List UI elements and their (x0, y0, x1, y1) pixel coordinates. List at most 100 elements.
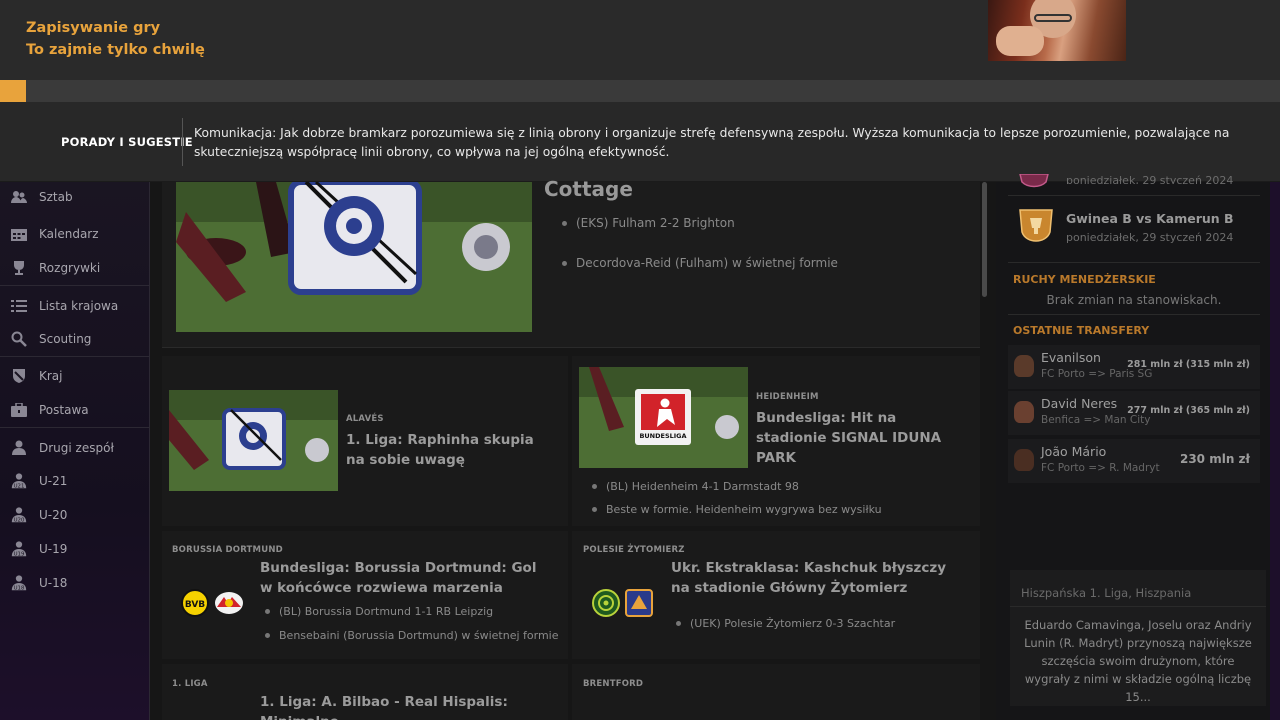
player-avatar (1014, 355, 1034, 377)
news-scrollbar[interactable] (982, 182, 987, 297)
news-card-brentford[interactable]: BRENTFORD (572, 664, 980, 720)
news-card-bullet: Beste w formie. Heidenheim wygrywa bez w… (592, 503, 882, 516)
sidebar-item-lista-krajowa[interactable]: Lista krajowa (0, 291, 150, 321)
saving-progress-fill (0, 80, 26, 102)
transfer-row[interactable]: David Neres Benfica => Man City 277 mln … (1008, 391, 1260, 435)
match-date: poniedziałek, 29 styczeń 2024 (1066, 174, 1234, 184)
sidebar-item-sztab[interactable]: Sztab (0, 182, 150, 212)
saving-banner: Zapisywanie gry To zajmie tylko chwilę (0, 0, 1280, 80)
news-card-title: Bundesliga: Hit na stadionie SIGNAL IDUN… (756, 410, 942, 466)
sidebar-item-kalendarz[interactable]: Kalendarz (0, 219, 150, 249)
calendar-icon (10, 225, 28, 243)
transfer-row[interactable]: João Mário FC Porto => R. Madryt 230 mln… (1008, 439, 1260, 483)
u20-icon: U20 (10, 506, 28, 524)
sidebar-item-scouting[interactable]: Scouting (0, 324, 150, 354)
sidebar-item-postawa[interactable]: Postawa (0, 395, 150, 425)
transfer-player-name: David Neres (1041, 396, 1118, 411)
tips-text: Komunikacja: Jak dobrze bramkarz porozum… (194, 126, 1230, 159)
sidebar-item-label: Kalendarz (39, 227, 99, 241)
news-card-heidenheim[interactable]: BUNDESLIGA HEIDENHEIM Bundesliga: Hit na… (572, 356, 980, 526)
transfer-route: FC Porto => R. Madryt (1041, 462, 1160, 474)
sidebar-item-label: Kraj (39, 369, 63, 383)
leipzig-badge-icon (215, 592, 243, 614)
shakhtar-badge-icon (625, 589, 653, 617)
news-card-tag: BRENTFORD (583, 679, 644, 689)
promo-divider (1010, 606, 1266, 607)
panel-divider (1008, 314, 1260, 315)
tips-divider (182, 118, 183, 166)
transfer-fee: 277 mln zł (365 mln zł) (1127, 405, 1250, 416)
saving-title: Zapisywanie gry (26, 20, 161, 36)
news-card-bullet: (BL) Heidenheim 4-1 Darmstadt 98 (592, 480, 799, 493)
news-card-bilbao[interactable]: 1. LIGA 1. Liga: A. Bilbao - Real Hispal… (162, 664, 568, 720)
league-promo-card[interactable]: Hiszpańska 1. Liga, Hiszpania Eduardo Ca… (1010, 570, 1266, 706)
panel-divider (1008, 262, 1260, 263)
news-card-alaves[interactable]: ALAVÉS 1. Liga: Raphinha skupia na sobie… (162, 356, 568, 526)
tips-panel: PORADY I SUGESTIE Komunikacja: Jak dobrz… (0, 102, 1280, 182)
svg-text:U21: U21 (14, 483, 25, 489)
panel-divider (1008, 195, 1260, 196)
news-card-bullet: Bensebaini (Borussia Dortmund) w świetne… (265, 629, 559, 642)
right-edge-strip (1270, 182, 1280, 720)
list-icon (10, 297, 28, 315)
transfer-row[interactable]: Evanilson FC Porto => Paris SG 281 mln z… (1008, 345, 1260, 389)
sidebar-item-label: U-21 (39, 474, 68, 488)
sidebar-item-label: Sztab (39, 190, 73, 204)
webcam-overlay (988, 0, 1126, 61)
news-card-dortmund[interactable]: BORUSSIA DORTMUND BVB Bundesliga: Boruss… (162, 531, 568, 659)
news-card-tag: HEIDENHEIM (756, 392, 819, 402)
hero-news-image (176, 182, 532, 332)
competition-badge-icon (1019, 174, 1049, 188)
sidebar-item-label: U-20 (39, 508, 68, 522)
sidebar-item-label: Postawa (39, 403, 89, 417)
bvb-badge-icon: BVB (181, 589, 209, 617)
tips-label: PORADY I SUGESTIE (61, 135, 193, 149)
sidebar-item-label: Scouting (39, 332, 92, 346)
sidebar-item-u19[interactable]: U19 U-19 (0, 534, 150, 564)
hero-news-bullet: (EKS) Fulham 2-2 Brighton (562, 216, 735, 230)
player-avatar (1014, 449, 1034, 471)
news-card-image: BUNDESLIGA (579, 367, 748, 468)
news-card-tag: 1. LIGA (172, 679, 208, 689)
shield-icon (10, 367, 28, 385)
saving-progress-bar (0, 80, 1280, 102)
hero-news-card[interactable]: Cottage (EKS) Fulham 2-2 Brighton Decord… (162, 177, 980, 348)
sidebar-item-u20[interactable]: U20 U-20 (0, 500, 150, 530)
u21-icon: U21 (10, 472, 28, 490)
sidebar-item-kraj[interactable]: Kraj (0, 361, 150, 391)
news-card-title: 1. Liga: Raphinha skupia na sobie uwagę (346, 432, 534, 468)
saving-subtitle: To zajmie tylko chwilę (26, 42, 205, 58)
news-card-image (169, 390, 338, 491)
svg-text:U20: U20 (14, 517, 25, 523)
sidebar-item-u18[interactable]: U18 U-18 (0, 568, 150, 598)
briefcase-icon (10, 401, 28, 419)
staff-icon (10, 188, 28, 206)
transfer-fee: 281 mln zł (315 mln zł) (1127, 359, 1250, 370)
news-card-polesie[interactable]: POLESIE ŻYTOMIERZ Ukr. Ekstraklasa: Kash… (572, 531, 980, 659)
match-row-top[interactable]: poniedziałek, 29 styczeń 2024 (1008, 174, 1260, 192)
u18-icon: U18 (10, 574, 28, 592)
manager-moves-heading: RUCHY MENEDŻERSKIE (1013, 273, 1156, 286)
sidebar: Sztab Kalendarz Rozgrywki Lista krajowa … (0, 182, 150, 720)
team-icon (10, 439, 28, 457)
manager-moves-note: Brak zmian na stanowiskach. (1046, 293, 1222, 307)
news-card-bullet: (BL) Borussia Dortmund 1-1 RB Leipzig (265, 605, 493, 618)
svg-text:U19: U19 (14, 551, 25, 557)
sidebar-item-label: Drugi zespół (39, 441, 114, 455)
news-card-tag: BORUSSIA DORTMUND (172, 545, 283, 555)
hero-news-title: Cottage (544, 177, 633, 201)
sidebar-item-drugi-zespol[interactable]: Drugi zespół (0, 433, 150, 463)
sidebar-divider (0, 356, 150, 357)
news-card-tag: POLESIE ŻYTOMIERZ (583, 545, 685, 555)
sidebar-item-rozgrywki[interactable]: Rozgrywki (0, 253, 150, 283)
news-card-title: Bundesliga: Borussia Dortmund: Gol w koń… (260, 560, 537, 596)
sidebar-item-label: Lista krajowa (39, 299, 119, 313)
sidebar-item-u21[interactable]: U21 U-21 (0, 466, 150, 496)
u19-icon: U19 (10, 540, 28, 558)
promo-heading: Hiszpańska 1. Liga, Hiszpania (1021, 586, 1192, 600)
trophy-badge-icon (1019, 209, 1053, 242)
webcam-glasses (1034, 14, 1072, 22)
promo-text: Eduardo Camavinga, Joselu oraz Andriy Lu… (1024, 618, 1252, 704)
match-row-gwinea-kamerun[interactable]: Gwinea B vs Kamerun B poniedziałek, 29 s… (1008, 206, 1260, 250)
match-date: poniedziałek, 29 styczeń 2024 (1066, 231, 1234, 244)
